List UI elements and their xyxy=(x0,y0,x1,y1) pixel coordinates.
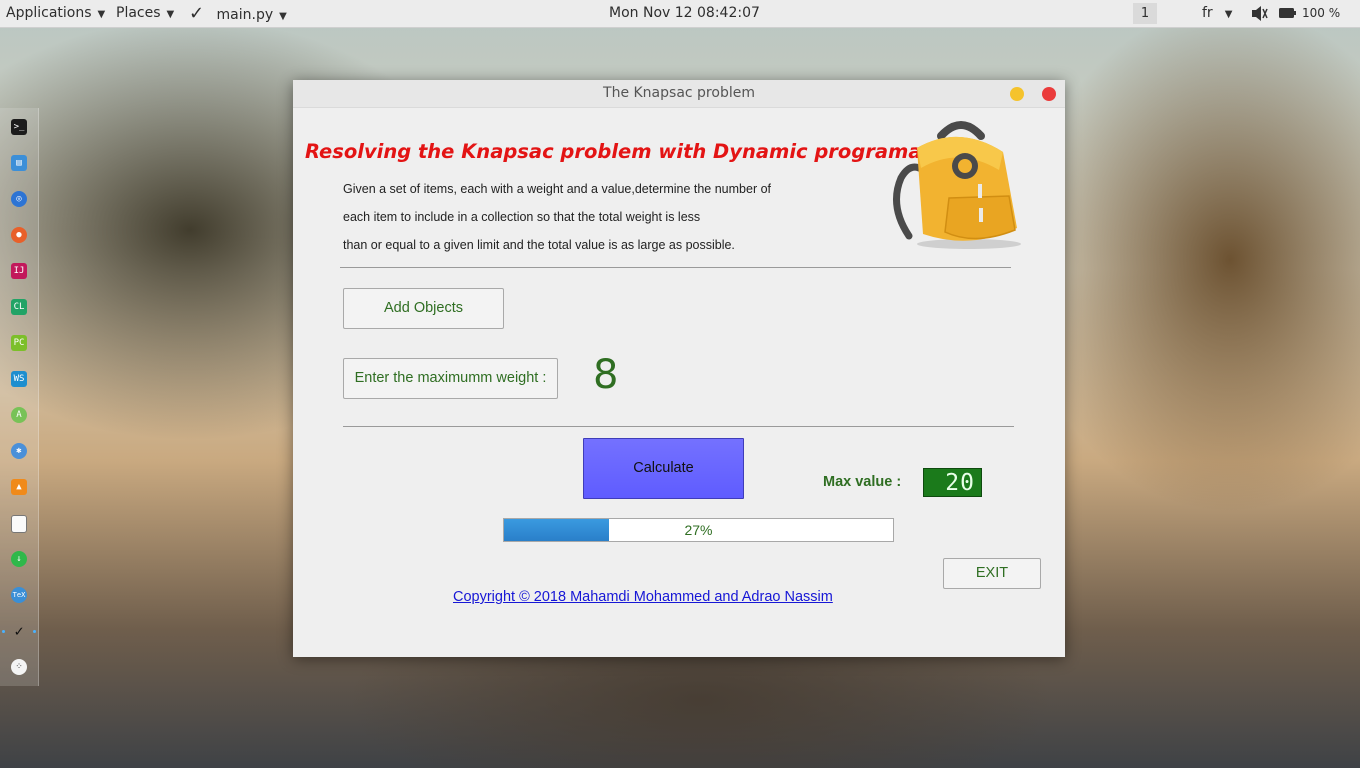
check-icon: ✓ xyxy=(189,3,205,24)
volume-icon[interactable] xyxy=(1250,0,1268,27)
progress-bar: 27% xyxy=(503,518,894,542)
add-objects-button[interactable]: Add Objects xyxy=(343,288,504,329)
places-menu[interactable]: Places ▼ xyxy=(116,0,174,27)
chevron-down-icon: ▼ xyxy=(1224,9,1233,20)
max-value-display: 20 xyxy=(923,468,982,497)
max-weight-label-box: Enter the maximumm weight : xyxy=(343,358,558,399)
battery-percent: 100 % xyxy=(1302,6,1341,20)
pycharm-icon[interactable]: PC xyxy=(11,335,27,351)
backpack-illustration xyxy=(893,121,1021,249)
terminal-icon[interactable]: >_ xyxy=(11,119,27,135)
files-icon[interactable]: ▤ xyxy=(11,155,27,171)
clion-icon[interactable]: CL xyxy=(11,299,27,315)
downloads-icon[interactable]: ↓ xyxy=(11,551,27,567)
android-studio-icon[interactable]: A xyxy=(11,407,27,423)
keyboard-layout[interactable]: fr ▼ xyxy=(1202,0,1232,27)
window-title: The Knapsac problem xyxy=(603,85,755,101)
battery-icon[interactable] xyxy=(1278,0,1298,27)
intellij-icon[interactable]: IJ xyxy=(11,263,27,279)
minimize-button[interactable] xyxy=(1010,87,1024,101)
vlc-icon[interactable]: ▲ xyxy=(11,479,27,495)
firefox-icon[interactable]: ● xyxy=(11,227,27,243)
divider xyxy=(343,426,1014,427)
webstorm-icon[interactable]: WS xyxy=(11,371,27,387)
applications-menu[interactable]: Applications ▼ xyxy=(6,0,105,27)
description-line-1: Given a set of items, each with a weight… xyxy=(343,182,772,196)
tex-icon[interactable]: TeX xyxy=(11,587,27,603)
max-weight-value[interactable]: 8 xyxy=(593,352,618,398)
exit-button[interactable]: EXIT xyxy=(943,558,1041,589)
chevron-down-icon: ▼ xyxy=(97,9,106,20)
progress-text: 27% xyxy=(684,522,713,538)
check-icon[interactable]: ✓ xyxy=(11,623,27,639)
description-line-2: each item to include in a collection so … xyxy=(343,210,701,224)
browser-icon[interactable]: ◎ xyxy=(11,191,27,207)
max-value-label: Max value : xyxy=(823,474,902,490)
close-button[interactable] xyxy=(1042,87,1056,101)
description-line-3: than or equal to a given limit and the t… xyxy=(343,238,735,252)
top-panel: Applications ▼ Places ▼ ✓ main.py ▼ Mon Nov… xyxy=(0,0,1360,28)
dock: >_ ▤ ◎ ● IJ CL PC WS A ✱ ▲ ↓ TeX ✓ ⁘ xyxy=(0,108,39,686)
active-app-label: main.py xyxy=(216,7,274,23)
app-heading: Resolving the Knapsac problem with Dynam… xyxy=(305,140,965,163)
apps-grid-icon[interactable]: ⁘ xyxy=(11,659,27,675)
places-label: Places xyxy=(116,5,161,21)
document-icon[interactable] xyxy=(11,515,27,533)
copyright-link[interactable]: Copyright © 2018 Mahamdi Mohammed and Ad… xyxy=(453,589,833,605)
active-app-menu[interactable]: ✓ main.py ▼ xyxy=(189,0,287,27)
calculate-button[interactable]: Calculate xyxy=(583,438,744,499)
divider xyxy=(340,267,1011,268)
clock[interactable]: Mon Nov 12 08:42:07 xyxy=(609,0,760,27)
knapsack-window: The Knapsac problem Resolving the Knapsa… xyxy=(293,80,1065,657)
workspace-indicator[interactable]: 1 xyxy=(1133,3,1157,24)
running-indicator xyxy=(2,630,5,633)
chevron-down-icon: ▼ xyxy=(166,9,175,20)
settings-icon[interactable]: ✱ xyxy=(11,443,27,459)
chevron-down-icon: ▼ xyxy=(279,11,287,22)
keyboard-layout-label: fr xyxy=(1202,5,1213,21)
applications-label: Applications xyxy=(6,5,92,21)
running-indicator xyxy=(33,630,36,633)
window-titlebar[interactable]: The Knapsac problem xyxy=(293,80,1065,108)
